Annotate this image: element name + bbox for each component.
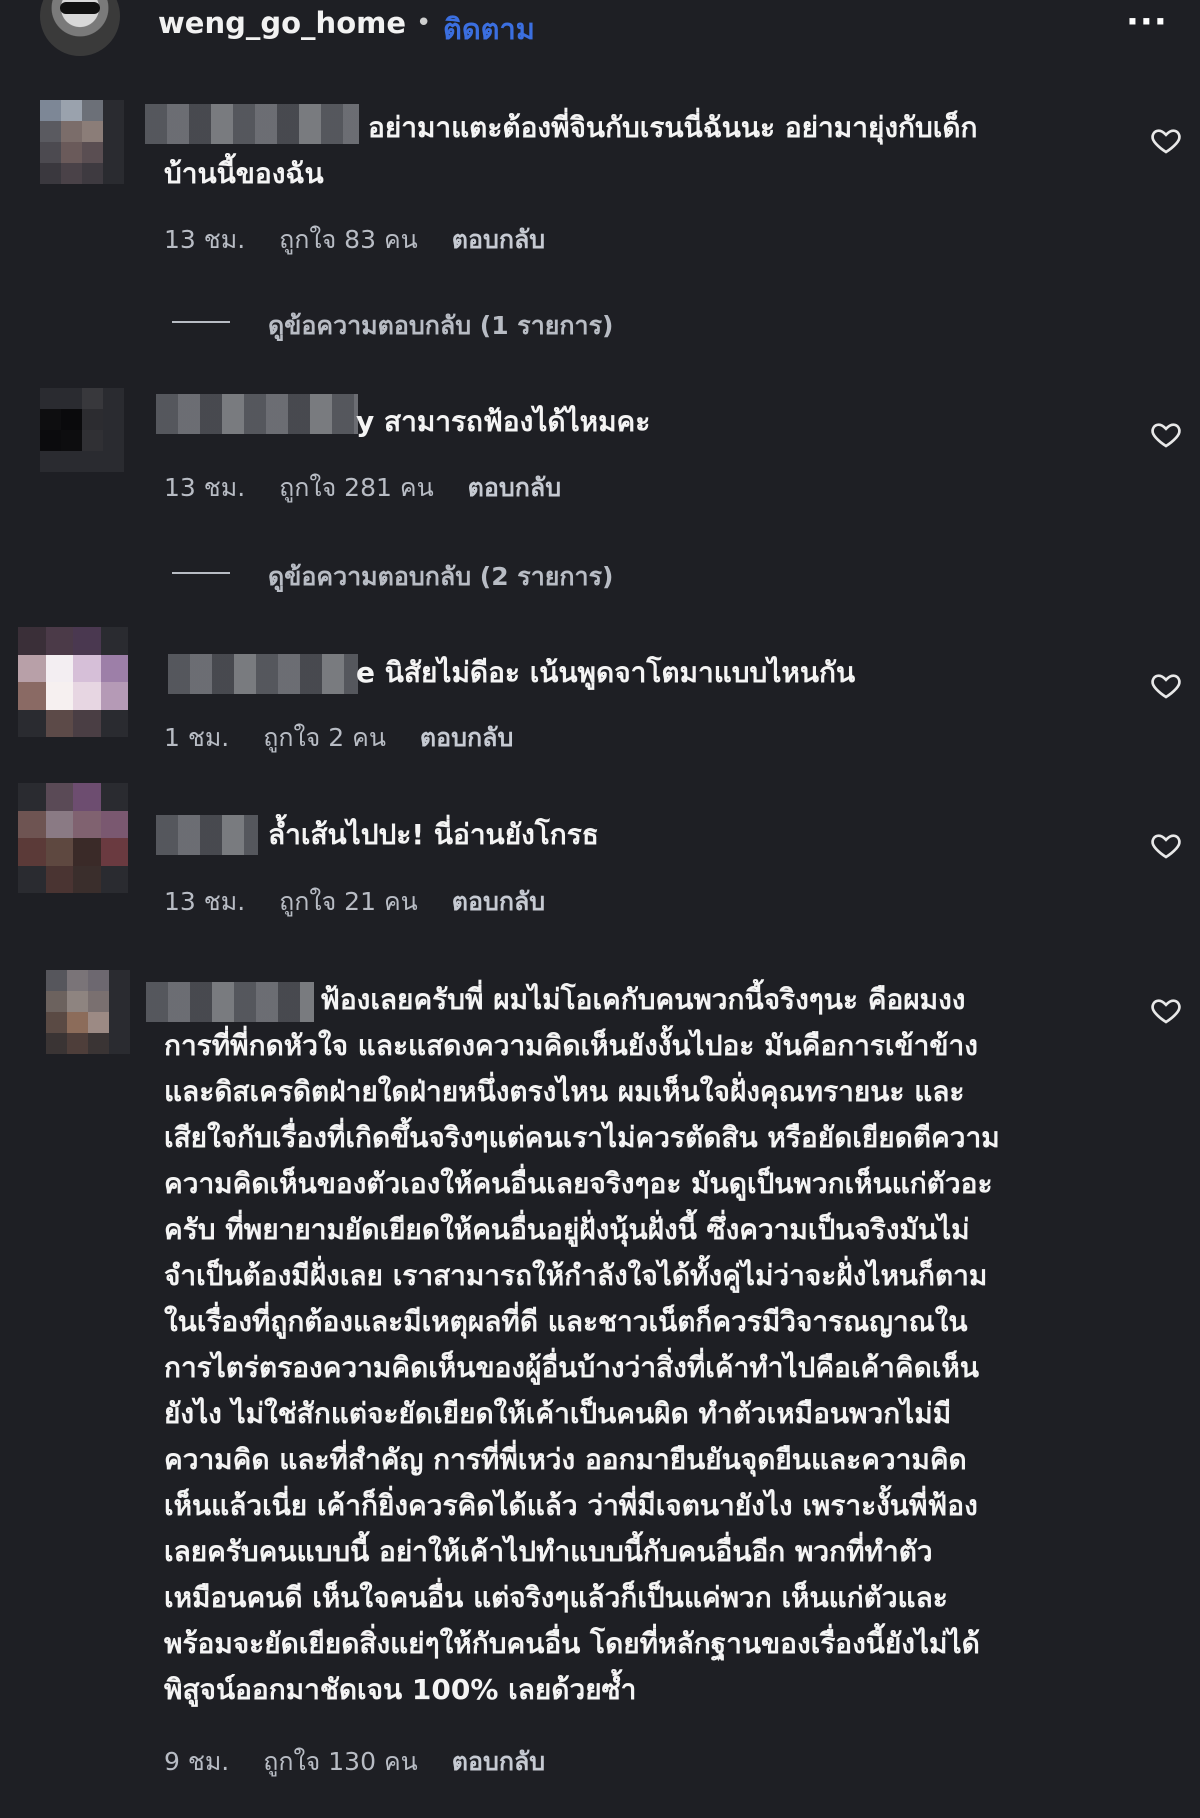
comment-text-line: ฟ้องเลยครับพี่ ผมไม่โอเคกับคนพวกนี้จริงๆ… — [320, 983, 966, 1016]
reply-button[interactable]: ตอบกลับ — [468, 473, 561, 502]
author-username[interactable]: weng_go_home — [158, 6, 406, 40]
comment-text-line: y สามารถฟ้องได้ไหมคะ — [356, 405, 651, 438]
view-replies-link[interactable]: ดูข้อความตอบกลับ (2 รายการ) — [268, 557, 613, 597]
comment-time: 13 ชม. — [164, 887, 246, 916]
post-header: weng_go_home • ติดตาม ··· — [0, 0, 1200, 60]
commenter-username-blurred[interactable] — [156, 394, 358, 434]
author-avatar[interactable] — [40, 0, 120, 56]
comment-text-line: เสียใจกับเรื่องที่เกิดขึ้นจริงๆแต่คนเราไ… — [164, 1121, 1000, 1154]
comment-likes[interactable]: ถูกใจ 130 คน — [263, 1747, 418, 1776]
commenter-username-blurred[interactable] — [145, 104, 359, 144]
comment-text-line: การที่พี่กดหัวใจ และแสดงความคิดเห็นยังงั… — [164, 1029, 978, 1062]
comment-likes[interactable]: ถูกใจ 21 คน — [279, 887, 418, 916]
like-heart-icon[interactable] — [1150, 829, 1182, 861]
comment-text-line: ความคิด และที่สำคัญ การที่พี่เหว่ง ออกมา… — [164, 1443, 967, 1476]
comment-likes[interactable]: ถูกใจ 2 คน — [263, 723, 386, 752]
reply-button[interactable]: ตอบกลับ — [420, 723, 513, 752]
reply-button[interactable]: ตอบกลับ — [452, 1747, 545, 1776]
follow-button[interactable]: ติดตาม — [443, 6, 535, 52]
comment-text-line: อย่ามาแตะต้องพี่จินกับเรนนี่ฉันนะ อย่ามา… — [368, 111, 978, 144]
like-heart-icon[interactable] — [1150, 418, 1182, 450]
comment-text-line: พิสูจน์ออกมาชัดเจน 100% เลยด้วยซ้ำ — [164, 1673, 637, 1706]
comment-text-line: เห็นแล้วเนี่ย เค้าก็ยิ่งควรคิดได้แล้ว ว่… — [164, 1489, 978, 1522]
comment-meta: 13 ชม. ถูกใจ 83 คน ตอบกลับ — [164, 220, 571, 260]
like-heart-icon[interactable] — [1150, 124, 1182, 156]
comment-likes[interactable]: ถูกใจ 281 คน — [279, 473, 434, 502]
comment-meta: 13 ชม. ถูกใจ 281 คน ตอบกลับ — [164, 468, 587, 508]
comment-meta: 13 ชม. ถูกใจ 21 คน ตอบกลับ — [164, 882, 571, 922]
reply-button[interactable]: ตอบกลับ — [452, 887, 545, 916]
comment-meta: 9 ชม. ถูกใจ 130 คน ตอบกลับ — [164, 1742, 571, 1782]
comment-text-line: เหมือนคนดี เห็นใจคนอื่น แต่จริงๆแล้วก็เป… — [164, 1581, 948, 1614]
view-replies-line — [172, 321, 230, 323]
comment-text-line: ล้ำเส้นไปปะ! นี่อ่านยังโกรธ — [268, 818, 599, 851]
like-heart-icon[interactable] — [1150, 994, 1182, 1026]
comment-text-line: และดิสเครดิตฝ่ายใดฝ่ายหนึ่งตรงไหน ผมเห็น… — [164, 1075, 965, 1108]
comment-text-line: ในเรื่องที่ถูกต้องและมีเหตุผลที่ดี และชา… — [164, 1305, 968, 1338]
commenter-avatar[interactable] — [46, 970, 130, 1054]
separator-dot: • — [416, 8, 432, 38]
view-replies-line — [172, 572, 230, 574]
comment-meta: 1 ชม. ถูกใจ 2 คน ตอบกลับ — [164, 718, 539, 758]
comment-text-line: ครับ ที่พยายามยัดเยียดให้คนอื่นอยู่ฝั่งน… — [164, 1213, 970, 1246]
comment-text-line: การไตร่ตรองความคิดเห็นของผู้อื่นบ้างว่าส… — [164, 1351, 979, 1384]
commenter-username-blurred[interactable] — [168, 654, 358, 694]
comment-time: 13 ชม. — [164, 473, 246, 502]
comment-text-line: เลยครับคนแบบนี้ อย่าให้เค้าไปทำแบบนี้กับ… — [164, 1535, 933, 1568]
more-options-icon[interactable]: ··· — [1126, 2, 1168, 42]
comment-time: 13 ชม. — [164, 225, 246, 254]
commenter-username-blurred[interactable] — [146, 982, 314, 1022]
comment-time: 9 ชม. — [164, 1747, 230, 1776]
comment-text-line: จำเป็นต้องมีฝั่งเลย เราสามารถให้กำลังใจไ… — [164, 1259, 988, 1292]
comment-text-line: บ้านนี้ของฉัน — [164, 157, 324, 190]
commenter-avatar[interactable] — [40, 100, 124, 184]
comment-time: 1 ชม. — [164, 723, 230, 752]
commenter-avatar[interactable] — [40, 388, 124, 472]
reply-button[interactable]: ตอบกลับ — [452, 225, 545, 254]
like-heart-icon[interactable] — [1150, 669, 1182, 701]
comment-text-line: ยังไง ไม่ใช่สักแต่จะยัดเยียดให้เค้าเป็นค… — [164, 1397, 952, 1430]
comment-text-line: ความคิดเห็นของตัวเองให้คนอื่นเลยจริงๆอะ … — [164, 1167, 993, 1200]
commenter-avatar[interactable] — [18, 627, 128, 737]
comment-text-line: e นิสัยไม่ดีอะ เน้นพูดจาโตมาแบบไหนกัน — [356, 656, 856, 689]
view-replies-link[interactable]: ดูข้อความตอบกลับ (1 รายการ) — [268, 306, 613, 346]
commenter-avatar[interactable] — [18, 783, 128, 893]
comment-text-line: พร้อมจะยัดเยียดสิ่งแย่ๆให้กับคนอื่น โดยท… — [164, 1627, 980, 1660]
comment-likes[interactable]: ถูกใจ 83 คน — [279, 225, 418, 254]
commenter-username-blurred[interactable] — [156, 815, 258, 855]
